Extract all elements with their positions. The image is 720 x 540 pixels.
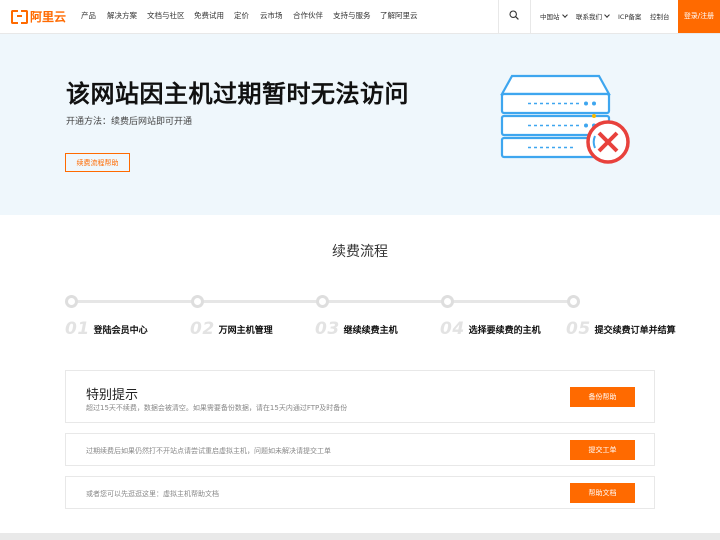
nav-item-about[interactable]: 了解阿里云: [380, 10, 418, 21]
step-number: 04: [440, 319, 465, 339]
icp-link[interactable]: ICP备案: [618, 11, 641, 21]
help-docs-button[interactable]: 帮助文档: [570, 483, 635, 503]
flow-section-title: 续费流程: [332, 244, 388, 260]
notice-title: 特别提示: [86, 388, 139, 403]
step-label: 继续续费主机: [343, 325, 398, 336]
step-dot: [65, 295, 78, 308]
notice-card-docs: 或者您可以先逛逛这里：虚拟主机帮助文档 帮助文档: [65, 476, 655, 509]
nav-item-partners[interactable]: 合作伙伴: [293, 10, 323, 21]
nav-item-pricing[interactable]: 定价: [234, 10, 249, 21]
divider: [530, 0, 531, 33]
nav-item-free-trial[interactable]: 免费试用: [194, 10, 224, 21]
console-link[interactable]: 控制台: [650, 11, 670, 21]
flow-step-3: 03 继续续费主机: [315, 319, 398, 339]
login-register-button[interactable]: 登录/注册: [678, 0, 720, 33]
page-title: 该网站因主机过期暂时无法访问: [66, 79, 409, 108]
flow-step-4: 04 选择要续费的主机: [440, 319, 541, 339]
nav-item-solutions[interactable]: 解决方案: [107, 10, 137, 21]
error-x-icon: [586, 120, 630, 164]
nav-item-products[interactable]: 产品: [81, 10, 96, 21]
step-number: 05: [566, 319, 591, 339]
notice-card-backup: 特别提示 超过15天不续费，数据会被清空。如果需要备份数据，请在15天内通过FT…: [65, 370, 655, 423]
step-dot: [567, 295, 580, 308]
notice-text: 过期续费后如果仍然打不开站点请尝试重启虚拟主机，问题如未解决请提交工单: [86, 447, 331, 455]
chevron-down-icon: [561, 12, 568, 18]
step-dot: [191, 295, 204, 308]
submit-ticket-button[interactable]: 提交工单: [570, 440, 635, 460]
nav-item-support[interactable]: 支持与服务: [333, 10, 371, 21]
step-number: 03: [315, 319, 340, 339]
region-select[interactable]: 中国站: [540, 11, 568, 21]
step-label: 选择要续费的主机: [468, 325, 541, 336]
divider: [498, 0, 499, 33]
server-top-shape: [500, 74, 611, 96]
footer-strip: [0, 533, 720, 540]
contact-menu[interactable]: 联系我们: [576, 11, 610, 21]
flow-step-5: 05 提交续费订单并结算: [566, 319, 676, 339]
notice-text: 或者您可以先逛逛这里：虚拟主机帮助文档: [86, 490, 219, 498]
chevron-down-icon: [604, 12, 610, 18]
step-label: 万网主机管理: [218, 325, 273, 336]
region-label: 中国站: [540, 13, 560, 21]
search-icon[interactable]: [509, 10, 519, 20]
flow-step-1: 01 登陆会员中心: [65, 319, 148, 339]
renewal-help-button[interactable]: 续费流程帮助: [65, 153, 130, 172]
nav-item-marketplace[interactable]: 云市场: [260, 10, 283, 21]
logo-text: 阿里云: [30, 9, 67, 24]
step-dot: [441, 295, 454, 308]
notice-text: 超过15天不续费，数据会被清空。如果需要备份数据，请在15天内通过FTP及时备份: [86, 404, 348, 412]
hero-subtitle: 开通方法：续费后网站即可开通: [66, 117, 193, 127]
step-dot: [316, 295, 329, 308]
step-label: 登陆会员中心: [93, 325, 148, 336]
server-error-illustration: [500, 74, 630, 164]
step-label: 提交续费订单并结算: [594, 325, 676, 336]
contact-label: 联系我们: [576, 13, 602, 21]
step-number: 01: [65, 319, 90, 339]
step-number: 02: [190, 319, 215, 339]
notice-card-ticket: 过期续费后如果仍然打不开站点请尝试重启虚拟主机，问题如未解决请提交工单 提交工单: [65, 433, 655, 466]
aliyun-logo[interactable]: 阿里云: [11, 9, 67, 24]
backup-help-button[interactable]: 备份帮助: [570, 387, 635, 407]
top-navbar: 阿里云 产品 解决方案 文档与社区 免费试用 定价 云市场 合作伙伴 支持与服务…: [0, 0, 720, 34]
nav-item-docs-community[interactable]: 文档与社区: [147, 10, 185, 21]
flow-step-2: 02 万网主机管理: [190, 319, 273, 339]
aliyun-logo-icon: [11, 10, 28, 24]
